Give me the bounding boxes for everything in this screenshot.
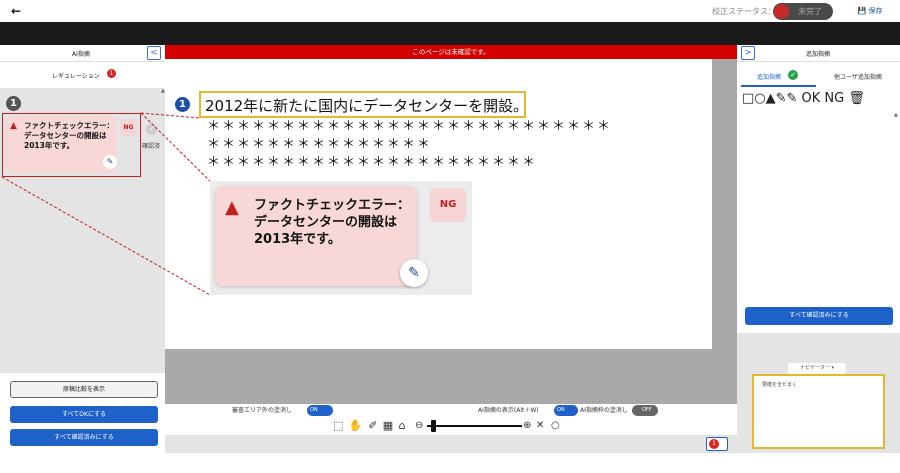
zoom-slider-handle[interactable] bbox=[431, 420, 436, 432]
collapse-left-icon[interactable]: < bbox=[147, 46, 161, 60]
ng-button[interactable]: NG bbox=[430, 188, 466, 222]
zoom-slider[interactable] bbox=[427, 425, 522, 427]
page-number-input[interactable]: 1 bbox=[432, 3, 452, 19]
collapse-right-icon[interactable]: > bbox=[741, 46, 755, 60]
outside-area-toggle[interactable]: ON bbox=[307, 405, 333, 416]
top-bar bbox=[0, 22, 900, 45]
regulation-count-badge: 1 bbox=[107, 69, 116, 78]
divider bbox=[737, 61, 900, 62]
warning-icon: ▲ bbox=[225, 197, 239, 218]
finding-text: ファクトチェックエラー：データセンターの開設は2013年です。 bbox=[24, 121, 114, 150]
lasso-icon[interactable]: ○ bbox=[551, 420, 560, 431]
marker-number-badge[interactable]: 1 bbox=[175, 97, 190, 112]
fit-screen-icon[interactable]: ✕ bbox=[536, 420, 544, 431]
annotation-tools[interactable]: □○▲✎✎ OK NG 🗑 bbox=[742, 91, 865, 106]
zoomed-finding-text: ファクトチェックエラー：データセンターの開設は2013年です。 bbox=[254, 198, 411, 247]
doc-text-line-3: ＊＊＊＊＊＊＊＊＊＊＊＊＊＊＊ bbox=[207, 137, 433, 152]
finding-number-badge: 1 bbox=[6, 96, 21, 111]
additional-panel-title: 追加指摘 bbox=[806, 51, 831, 58]
ai-display-label: AI指摘の表示(Alt＋W) bbox=[478, 407, 539, 414]
active-tab-underline bbox=[741, 85, 816, 87]
all-confirmed-button[interactable]: すべて確認済みにする bbox=[10, 429, 158, 446]
prev-page-icon[interactable]: ◀ bbox=[414, 6, 420, 15]
ng-button[interactable]: NG bbox=[120, 119, 137, 136]
page-total: / 1ページ bbox=[455, 7, 490, 16]
ai-display-toggle[interactable]: ON bbox=[554, 405, 578, 416]
ai-panel-title: AI指摘 bbox=[72, 51, 90, 58]
app-window: ← 詳細 ◀ 1 / 1ページ ▶ 担当者ユーザー審査関連部門▼ 校正ステータス… bbox=[0, 0, 900, 473]
outside-area-label: 審査エリア外の塗消し bbox=[232, 407, 293, 414]
zoom-out-icon[interactable]: ⊖ bbox=[415, 420, 423, 431]
ai-frame-label: AI指摘枠の塗消し bbox=[580, 407, 628, 414]
viewer-footer bbox=[165, 435, 737, 453]
proof-status-value: 未完了 bbox=[798, 7, 822, 16]
zoom-in-icon[interactable]: ⊕ bbox=[523, 420, 531, 431]
doc-text-line-2: ＊＊＊＊＊＊＊＊＊＊＊＊＊＊＊＊＊＊＊＊＊＊＊＊＊＊＊ bbox=[207, 119, 613, 134]
check-circle-icon: ✓ bbox=[788, 70, 798, 80]
navigator-toggle[interactable]: ナビゲーター ▾ bbox=[788, 363, 846, 374]
error-count-badge: 1 bbox=[709, 439, 719, 449]
all-ok-button[interactable]: すべてOKにする bbox=[10, 406, 158, 423]
back-arrow-icon[interactable]: ← bbox=[8, 3, 24, 19]
edit-pencil-icon[interactable]: ✎ bbox=[400, 259, 428, 287]
viewer-tool-icons[interactable]: ⬚ ✋ ✐ ▦ ⌂ bbox=[333, 419, 407, 433]
unconfirmed-banner: このページは未確認です。 bbox=[165, 45, 737, 59]
confirmed-label: 確認済 bbox=[142, 143, 161, 150]
warning-icon: ▲ bbox=[10, 121, 17, 131]
save-icon: 💾 bbox=[857, 7, 867, 15]
edit-pencil-icon[interactable]: ✎ bbox=[103, 155, 117, 169]
tab-additional-findings[interactable]: 追加指摘 bbox=[757, 72, 781, 81]
doc-text-line-1: 2012年に新たに国内にデータセンターを開設。 bbox=[205, 97, 529, 115]
save-button[interactable]: 💾 保存 bbox=[847, 2, 893, 20]
confirm-all-button[interactable]: すべて確認済みにする bbox=[745, 307, 893, 325]
tab-other-user-findings[interactable]: 他ユーザ追加指摘 bbox=[834, 72, 882, 81]
navigator-text: 要確を全ビまく bbox=[762, 382, 798, 388]
confirm-check-icon[interactable]: ✓ bbox=[146, 124, 157, 135]
status-toggle-knob bbox=[774, 4, 789, 19]
show-compare-button[interactable]: 原稿比較を表示 bbox=[10, 381, 158, 398]
proof-status-label: 校正ステータス： bbox=[712, 7, 776, 16]
doc-text-line-4: ＊＊＊＊＊＊＊＊＊＊＊＊＊＊＊＊＊＊＊＊＊＊ bbox=[207, 155, 538, 170]
assignee-dropdown[interactable]: 担当者ユーザー審査関連部門▼ bbox=[601, 3, 695, 20]
scroll-up-icon[interactable]: ▲ bbox=[894, 112, 898, 118]
regulation-tab[interactable]: レギュレーション bbox=[52, 71, 100, 80]
next-page-icon[interactable]: ▶ bbox=[496, 6, 502, 15]
scroll-up-icon[interactable]: ▲ bbox=[161, 88, 165, 96]
detail-button[interactable]: 詳細 bbox=[28, 3, 56, 19]
ai-frame-toggle[interactable]: OFF bbox=[632, 405, 658, 416]
save-label: 保存 bbox=[868, 7, 883, 15]
